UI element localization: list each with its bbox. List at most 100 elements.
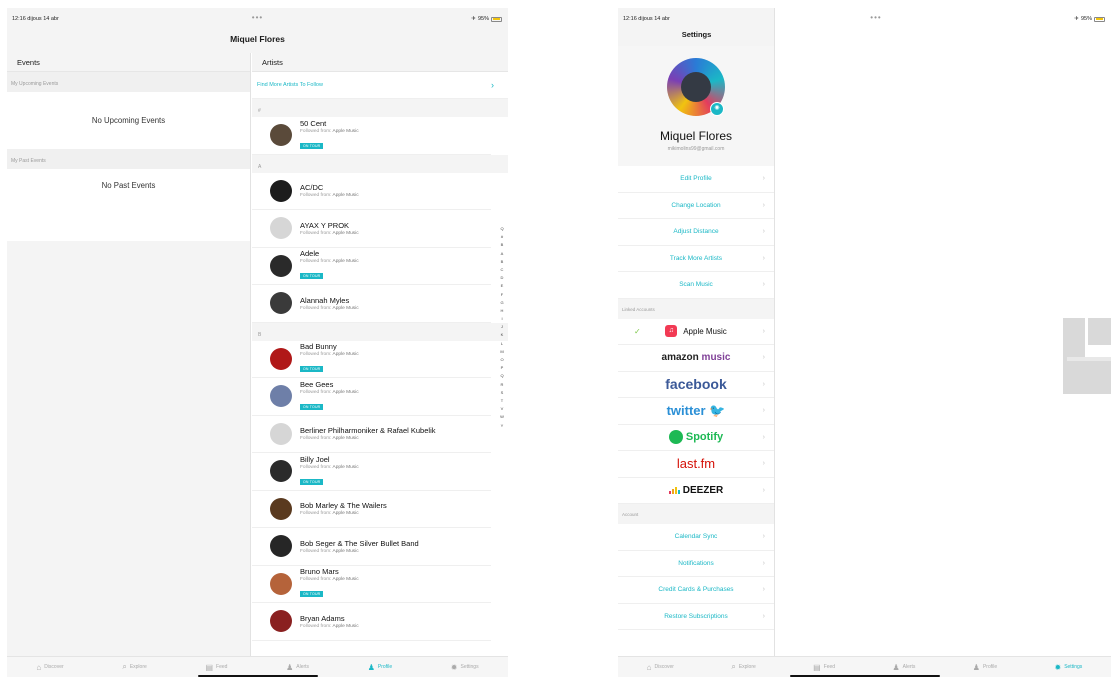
airplane-icon: ✈ [1074,16,1079,22]
artist-info: Bob Marley & The Wailers Followed from: A… [300,501,387,516]
index-letter[interactable]: # [501,233,503,241]
followed-prefix: Followed from: [300,623,332,629]
followed-prefix: Followed from: [300,436,332,442]
menu-item-calendar-sync[interactable]: Calendar Sync › [618,524,774,551]
index-letter[interactable]: Y [501,422,504,430]
followed-prefix: Followed from: [300,305,332,311]
artist-info: Berliner Philharmoniker & Rafael Kubelik… [300,426,435,441]
artist-list: #50 Cent Followed from: Apple Music ON TOU… [252,99,508,641]
tab-label: Feed [216,664,228,670]
index-letter[interactable]: B [501,258,504,266]
index-letter[interactable]: E [501,282,504,290]
artist-name: Bad Bunny [300,342,337,352]
index-letter[interactable]: B [501,241,504,249]
index-letter[interactable]: Q [500,225,503,233]
menu-item-credit-cards-purchases[interactable]: Credit Cards & Purchases › [618,577,774,604]
facebook-row[interactable]: facebook › [618,372,774,398]
tab-bar: ⌂ Discover ⌕ Explore ▤ Feed ♟ Alerts ♟ Profile ✹ Se… [618,656,1111,677]
menu-item-scan-music[interactable]: Scan Music › [618,272,774,299]
index-letter[interactable]: H [501,307,504,315]
artist-row[interactable]: Bee Gees Followed from: Apple Music ON TOU… [252,378,491,416]
artist-row[interactable]: AC/DC Followed from: Apple Music [252,173,491,210]
artist-row[interactable]: Bryan Adams Followed from: Apple Music [252,603,491,641]
menu-item-edit-profile[interactable]: Edit Profile › [618,166,774,193]
tab-alerts[interactable]: ♟ Alerts [892,663,915,672]
index-letter[interactable]: O [500,356,503,364]
followed-prefix: Followed from: [300,464,332,470]
tab-feed[interactable]: ▤ Feed [813,663,835,672]
artist-row[interactable]: Bob Marley & The Wailers Followed from: A… [252,491,491,528]
spotify-row[interactable]: Spotify › [618,425,774,451]
multitasking-dots[interactable]: ••• [870,13,881,22]
lastfm-row[interactable]: last.fm › [618,451,774,478]
menu-item-notifications[interactable]: Notifications › [618,550,774,577]
settings-pane: 12:16 dijous 14 abr Settings ◉ Miquel Fl… [618,8,775,656]
no-past-events: No Past Events [7,169,250,241]
index-letter[interactable]: I [501,315,502,323]
artist-row[interactable]: Bruno Mars Followed from: Apple Music ON T… [252,566,491,603]
twitter-row[interactable]: twitter 🐦 › [618,398,774,425]
index-letter[interactable]: C [501,266,504,274]
menu-item-change-location[interactable]: Change Location › [618,192,774,219]
tab-label: Alerts [902,664,916,670]
index-letter[interactable]: A [501,250,504,258]
battery-percent: 95% [1080,16,1092,22]
artist-row[interactable]: Adele Followed from: Apple Music ON TOUR [252,248,491,285]
index-letter[interactable]: W [500,413,504,421]
index-letter[interactable]: P [501,364,504,372]
index-letter[interactable]: R [501,381,504,389]
account-label: Account [618,504,774,524]
tab-discover[interactable]: ⌂ Discover [36,663,63,672]
chevron-right-icon: › [762,559,765,567]
tab-explore[interactable]: ⌕ Explore [122,662,146,672]
amazon-music-row[interactable]: amazon music › [618,345,774,372]
followed-from: Followed from: Apple Music [300,306,359,311]
artist-row[interactable]: Alannah Myles Followed from: Apple Music [252,285,491,323]
index-letter[interactable]: Q [500,372,503,380]
tab-settings[interactable]: ✹ Settings [451,663,479,672]
status-bar: 12:16 dijous 14 abr ••• ✈ 95% [7,8,508,24]
followed-source: Apple Music [332,548,359,554]
index-letter[interactable]: K [501,331,504,339]
artist-name: Bob Seger & The Silver Bullet Band [300,538,419,548]
index-letter[interactable]: V [501,405,504,413]
artist-row[interactable]: Berliner Philharmoniker & Rafael Kubelik… [252,416,491,453]
tab-profile[interactable]: ♟ Profile [368,663,392,672]
artist-avatar [270,124,292,147]
tab-alerts[interactable]: ♟ Alerts [286,663,309,672]
tab-settings[interactable]: ✹ Settings [1054,663,1082,672]
artist-row[interactable]: Bad Bunny Followed from: Apple Music ON TO… [252,341,491,378]
find-more-artists-link[interactable]: Find More Artists To Follow › [252,72,508,99]
tab-discover[interactable]: ⌂ Discover [647,663,674,672]
menu-item-track-more-artists[interactable]: Track More Artists › [618,245,774,272]
artist-row[interactable]: AYAX Y PROK Followed from: Apple Music [252,210,491,248]
tab-profile[interactable]: ♟ Profile [973,663,997,672]
index-letter[interactable]: D [501,274,504,282]
tab-explore[interactable]: ⌕ Explore [731,662,755,672]
index-letter[interactable]: J [501,323,503,331]
menu-item-label: Edit Profile [680,175,712,183]
index-letter[interactable]: S [501,389,504,397]
menu-item-restore-subscriptions[interactable]: Restore Subscriptions › [618,603,774,630]
camera-icon[interactable]: ◉ [710,102,724,116]
followed-from: Followed from: Apple Music [300,352,359,357]
deezer-row[interactable]: DEEZER › [618,478,774,504]
index-letter[interactable]: L [501,340,503,348]
index-letter[interactable]: G [500,299,503,307]
checkmark-icon: ✓ [634,326,641,336]
multitasking-dots[interactable]: ••• [252,13,263,22]
artist-name: Adele [300,249,320,259]
index-letter[interactable]: T [501,397,503,405]
artist-row[interactable]: Bob Seger & The Silver Bullet Band Follow… [252,528,491,566]
apple-music-row[interactable]: ✓ ♫ Apple Music › [618,319,774,345]
artist-avatar [270,610,292,633]
alphabet-index[interactable]: Q # B A B C D E F G H I J K L M O P Q R S T V W Y [498,225,506,430]
menu-item-adjust-distance[interactable]: Adjust Distance › [618,219,774,246]
artist-row[interactable]: Billy Joel Followed from: Apple Music ON T… [252,453,491,491]
index-letter[interactable]: M [500,348,503,356]
tab-feed[interactable]: ▤ Feed [205,663,227,672]
followed-from: Followed from: Apple Music [300,390,359,395]
index-letter[interactable]: F [501,291,503,299]
amazon-label: amazon [661,352,699,364]
artist-row[interactable]: 50 Cent Followed from: Apple Music ON TOUR [252,117,491,155]
